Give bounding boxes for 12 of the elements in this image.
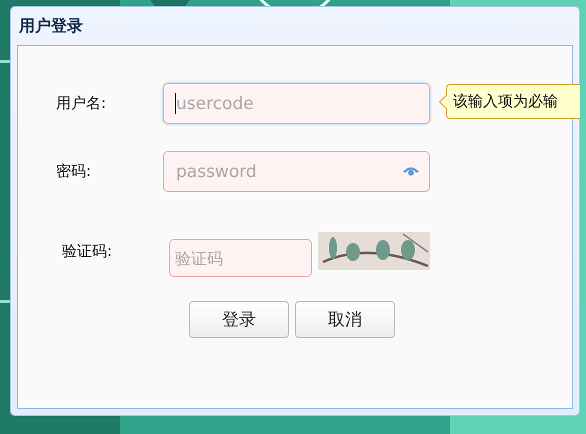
window-title: 用户登录 <box>18 15 84 37</box>
field-label: 用户名: <box>56 94 108 113</box>
password-field[interactable]: password <box>163 151 430 192</box>
eye-icon[interactable] <box>402 165 420 177</box>
cancel-button[interactable]: 取消 <box>295 301 395 338</box>
login-button[interactable]: 登录 <box>189 301 289 338</box>
field-label: 验证码: <box>62 242 114 260</box>
captcha-field[interactable]: 验证码 <box>169 239 312 277</box>
captcha-image[interactable] <box>318 232 430 270</box>
field-label: 密码: <box>56 162 92 181</box>
tooltip-text: 该输入项为必输 <box>453 92 558 111</box>
username-field[interactable]: usercode <box>163 83 430 124</box>
